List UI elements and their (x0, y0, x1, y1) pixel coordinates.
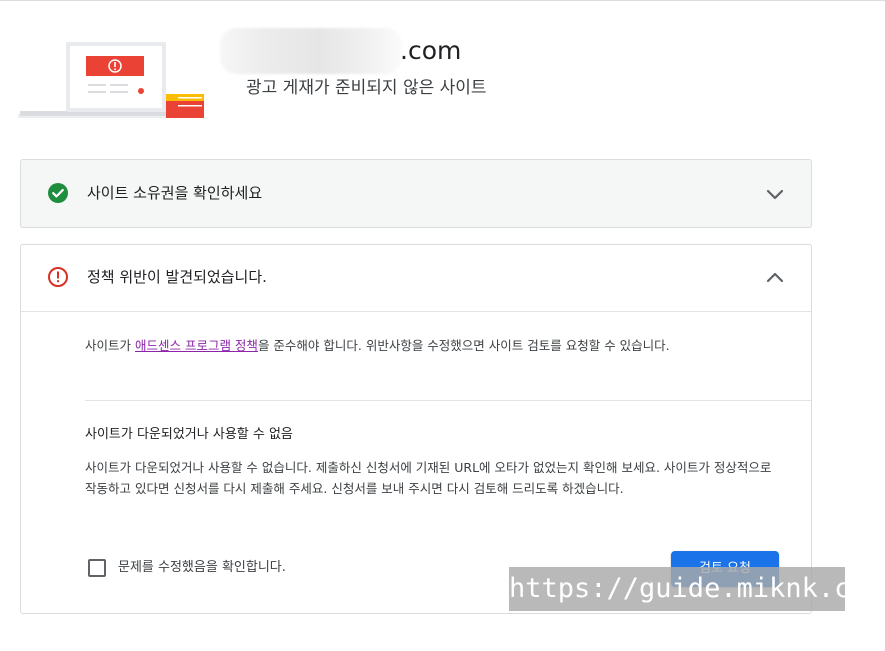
chevron-up-icon[interactable] (765, 268, 785, 288)
laptop-warning-icon (18, 42, 204, 118)
fixed-confirm-checkbox[interactable] (88, 559, 106, 577)
site-name-blurred (220, 28, 402, 74)
ownership-card[interactable]: 사이트 소유권을 확인하세요 (20, 159, 812, 228)
check-circle-icon (47, 182, 69, 204)
policy-card-title: 정책 위반이 발견되었습니다. (87, 268, 267, 286)
chevron-down-icon[interactable] (765, 184, 785, 204)
policy-notice-prefix: 사이트가 (85, 338, 135, 353)
watermark-overlay: https://guide.miknk.co.kr (509, 567, 845, 611)
adsense-policy-link[interactable]: 애드센스 프로그램 정책 (135, 338, 258, 353)
site-illustration (18, 38, 208, 120)
policy-notice-suffix: 을 준수해야 합니다. 위반사항을 수정했으면 사이트 검토를 요청할 수 있습… (257, 338, 670, 353)
section-divider (85, 400, 811, 401)
site-domain-suffix: .com (400, 36, 462, 65)
fixed-confirm-label[interactable]: 문제를 수정했음을 확인합니다. (118, 558, 286, 578)
error-circle-icon (47, 266, 69, 288)
policy-notice: 사이트가 애드센스 프로그램 정책을 준수해야 합니다. 위반사항을 수정했으면… (85, 335, 785, 356)
policy-violation-card: 정책 위반이 발견되었습니다. 사이트가 애드센스 프로그램 정책을 준수해야 … (20, 244, 812, 614)
card-header-divider (21, 311, 811, 312)
top-border (0, 0, 885, 1)
ownership-card-title: 사이트 소유권을 확인하세요 (87, 184, 263, 202)
issue-title: 사이트가 다운되었거나 사용할 수 없음 (85, 427, 293, 442)
issue-description: 사이트가 다운되었거나 사용할 수 없습니다. 제출하신 신청서에 기재된 UR… (85, 460, 772, 496)
site-status-text: 광고 게재가 준비되지 않은 사이트 (246, 78, 487, 98)
